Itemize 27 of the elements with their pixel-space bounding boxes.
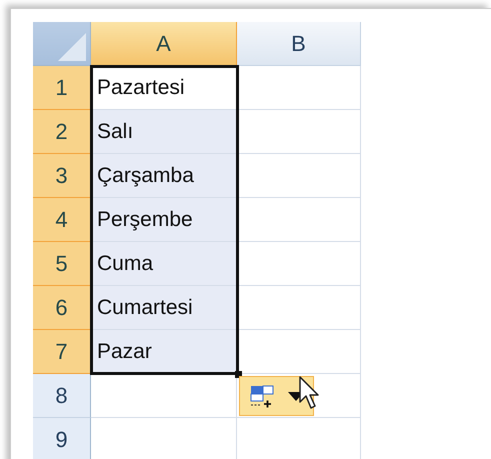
table-cell[interactable]: Cuma bbox=[91, 242, 237, 286]
table-cell[interactable] bbox=[237, 110, 361, 154]
row-header[interactable]: 6 bbox=[33, 286, 91, 330]
row-header[interactable]: 8 bbox=[33, 374, 91, 418]
table-cell[interactable] bbox=[237, 242, 361, 286]
column-header[interactable]: B bbox=[237, 22, 361, 66]
cursor-icon bbox=[299, 376, 321, 410]
table-cell[interactable] bbox=[237, 198, 361, 242]
column-header[interactable]: A bbox=[91, 22, 237, 66]
table-cell[interactable] bbox=[237, 66, 361, 110]
table-cell[interactable]: Pazar bbox=[91, 330, 237, 374]
row-header[interactable]: 9 bbox=[33, 418, 91, 459]
row-header[interactable]: 4 bbox=[33, 198, 91, 242]
row-header[interactable]: 1 bbox=[33, 66, 91, 110]
row-header[interactable]: 5 bbox=[33, 242, 91, 286]
table-cell[interactable]: Salı bbox=[91, 110, 237, 154]
table-cell[interactable]: Perşembe bbox=[91, 198, 237, 242]
table-cell[interactable] bbox=[237, 286, 361, 330]
row-header[interactable]: 7 bbox=[33, 330, 91, 374]
row-header[interactable]: 2 bbox=[33, 110, 91, 154]
table-cell[interactable] bbox=[237, 154, 361, 198]
fill-series-icon bbox=[250, 384, 274, 408]
triangle-icon bbox=[58, 33, 86, 61]
table-cell[interactable]: Cumartesi bbox=[91, 286, 237, 330]
select-all-button[interactable] bbox=[33, 22, 91, 66]
row-header[interactable]: 3 bbox=[33, 154, 91, 198]
table-cell[interactable]: Çarşamba bbox=[91, 154, 237, 198]
